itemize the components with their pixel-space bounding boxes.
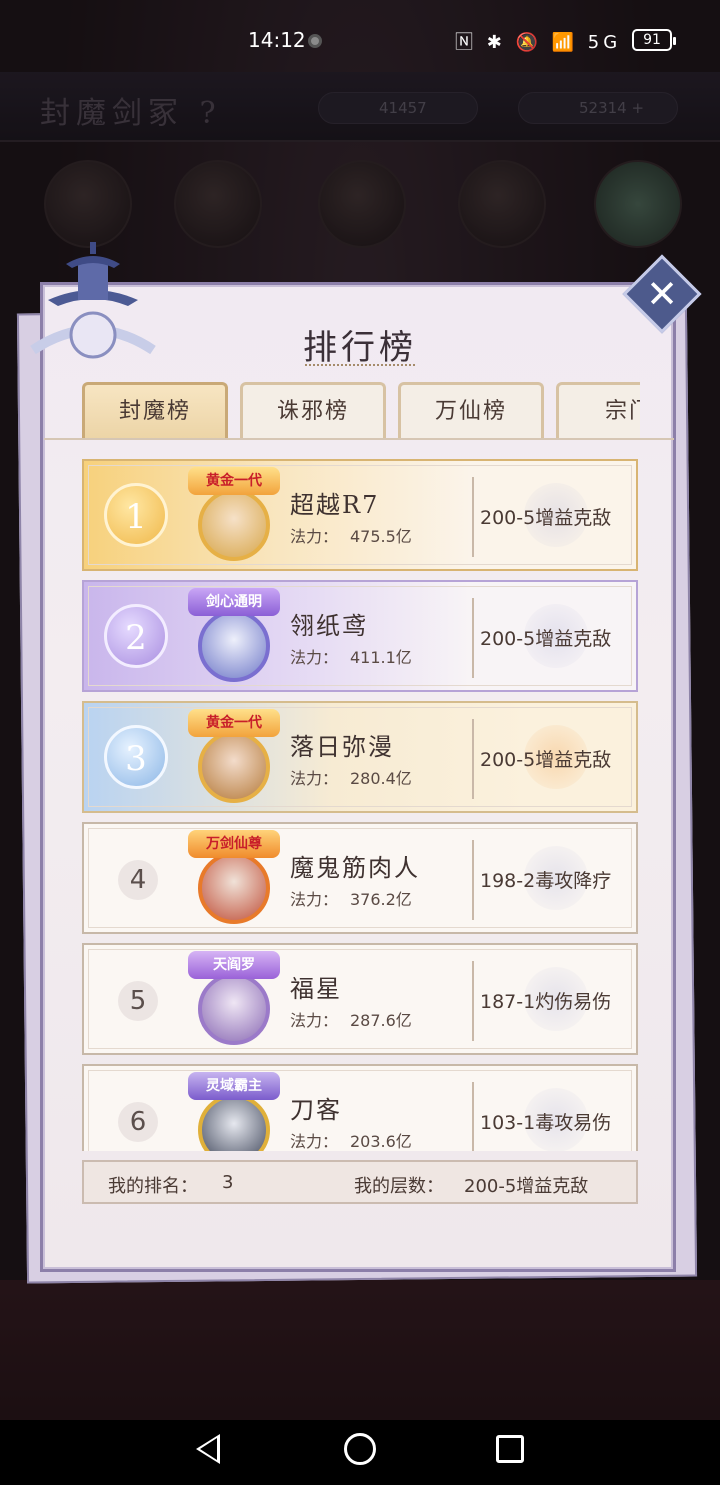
level-value: 200-5增益克敌 [480,507,612,529]
rank-medal-gold: 1 [104,483,168,547]
ranking-list[interactable]: 1 黄金一代 超越R7 法力： 475.5亿 200-5增益克敌 2 剑心通明 … [82,459,638,1151]
title-crest: 黄金一代 [188,709,280,737]
rank-number: 6 [118,1102,158,1142]
rank-medal-bronze: 3 [104,725,168,789]
player-name: 翎纸鸢 [290,612,368,640]
player-name: 刀客 [290,1096,342,1124]
title-flourish [305,358,415,366]
ranking-row[interactable]: 2 剑心通明 翎纸鸢 法力： 411.1亿 200-5增益克敌 [82,580,638,692]
tab-divider [44,438,674,440]
notification-dot-icon [308,34,322,48]
my-rank-bar: 我的排名： 3 我的层数： 200-5增益克敌 [82,1160,638,1204]
power-label: 法力： [290,1011,339,1030]
player-name: 落日弥漫 [290,733,394,761]
player-name: 魔鬼筋肉人 [290,854,420,882]
status-icons: 🄽 ✱ 🔕 📶 5G [455,32,622,53]
tab-fengmo[interactable]: 封魔榜 [82,382,228,440]
power-value: 203.6亿 [350,1132,412,1151]
tab-zongmen[interactable]: 宗门 [556,382,640,440]
ranking-tabs: 封魔榜 诛邪榜 万仙榜 宗门 [80,382,640,440]
power-label: 法力： [290,527,339,546]
status-time: 14:12 [248,28,306,52]
avatar: 天阎罗 [188,947,280,1051]
level-value: 198-2毒攻降疗 [480,870,612,892]
rank-medal-silver: 2 [104,604,168,668]
power-label: 法力： [290,648,339,667]
player-name: 福星 [290,975,342,1003]
title-crest: 万剑仙尊 [188,830,280,858]
tab-wanxian[interactable]: 万仙榜 [398,382,544,440]
my-level-label: 我的层数： [354,1176,444,1197]
level-value: 200-5增益克敌 [480,749,612,771]
my-level-value: 200-5增益克敌 [464,1176,589,1197]
power-label: 法力： [290,890,339,909]
status-bar: 14:12 🄽 ✱ 🔕 📶 5G 91 [0,0,720,72]
title-crest: 天阎罗 [188,951,280,979]
avatar: 万剑仙尊 [188,826,280,930]
home-nav-icon[interactable] [344,1433,376,1465]
power-value: 280.4亿 [350,769,412,788]
title-crest: 灵域霸主 [188,1072,280,1100]
ranking-row[interactable]: 3 黄金一代 落日弥漫 法力： 280.4亿 200-5增益克敌 [82,701,638,813]
my-rank-value: 3 [222,1172,234,1193]
rank-number: 5 [118,981,158,1021]
my-rank-label: 我的排名： [108,1176,198,1197]
power-value: 475.5亿 [350,527,412,546]
ranking-row[interactable]: 1 黄金一代 超越R7 法力： 475.5亿 200-5增益克敌 [82,459,638,571]
player-name: 超越R7 [290,491,380,519]
ranking-row[interactable]: 5 天阎罗 福星 法力： 287.6亿 187-1灼伤易伤 [82,943,638,1055]
power-label: 法力： [290,1132,339,1151]
back-nav-icon[interactable] [196,1434,220,1464]
avatar: 黄金一代 [188,463,280,567]
power-value: 376.2亿 [350,890,412,909]
ranking-row[interactable]: 4 万剑仙尊 魔鬼筋肉人 法力： 376.2亿 198-2毒攻降疗 [82,822,638,934]
power-label: 法力： [290,769,339,788]
level-value: 200-5增益克敌 [480,628,612,650]
avatar: 剑心通明 [188,584,280,688]
ranking-row[interactable]: 6 灵域霸主 刀客 法力： 203.6亿 103-1毒攻易伤 [82,1064,638,1151]
level-value: 103-1毒攻易伤 [480,1112,612,1134]
rank-number: 4 [118,860,158,900]
power-value: 287.6亿 [350,1011,412,1030]
battery-icon: 91 [632,29,676,51]
power-value: 411.1亿 [350,648,412,667]
level-value: 187-1灼伤易伤 [480,991,612,1013]
title-crest: 黄金一代 [188,467,280,495]
avatar: 灵域霸主 [188,1068,280,1151]
recents-nav-icon[interactable] [496,1435,524,1463]
title-crest: 剑心通明 [188,588,280,616]
avatar: 黄金一代 [188,705,280,809]
tab-zhuxie[interactable]: 诛邪榜 [240,382,386,440]
